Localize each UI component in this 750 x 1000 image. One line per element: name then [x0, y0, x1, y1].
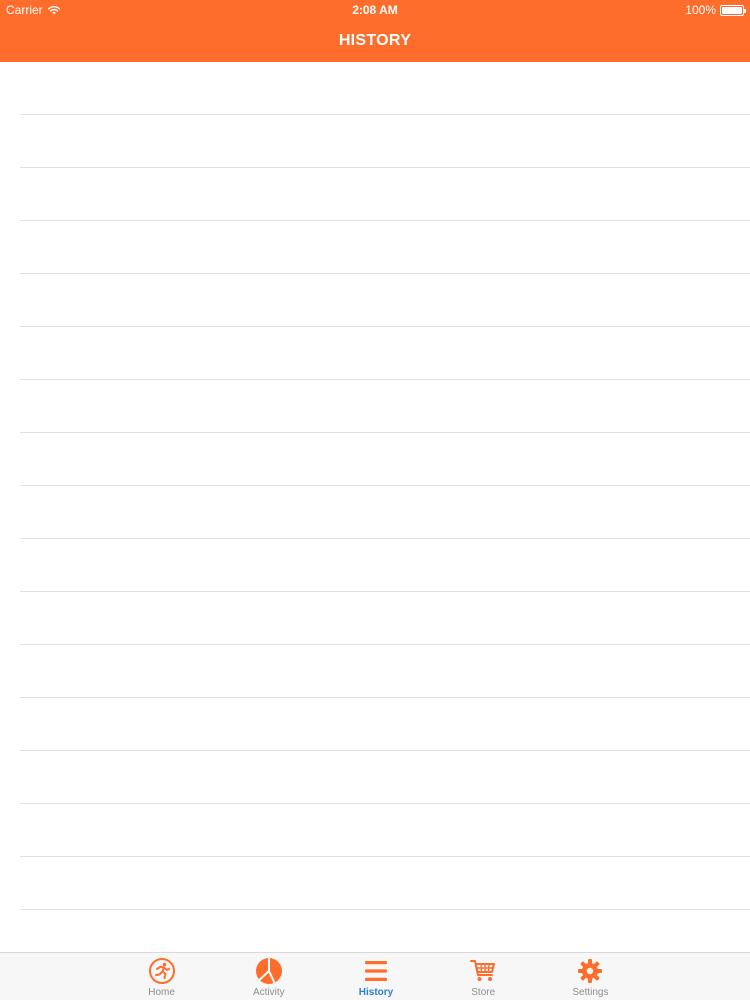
status-right: 100% [685, 3, 746, 17]
list-row[interactable] [20, 327, 750, 380]
tab-bar: Home Activity History Store Settings [0, 952, 750, 1000]
tab-activity[interactable]: Activity [215, 953, 322, 1000]
list-row[interactable] [20, 486, 750, 539]
tab-home[interactable]: Home [108, 953, 215, 1000]
list-row[interactable] [20, 645, 750, 698]
cart-icon [469, 957, 497, 985]
list-row[interactable] [20, 380, 750, 433]
list-row[interactable] [20, 168, 750, 221]
list-row[interactable] [20, 221, 750, 274]
tab-label-settings: Settings [572, 987, 609, 998]
header: Carrier 2:08 AM 100% HISTORY [0, 0, 750, 62]
gear-icon [576, 957, 604, 985]
running-person-icon [148, 957, 176, 985]
pie-chart-icon [255, 957, 283, 985]
list-row[interactable] [20, 592, 750, 645]
list-row[interactable] [20, 804, 750, 857]
status-bar: Carrier 2:08 AM 100% [0, 0, 750, 20]
battery-icon [720, 4, 746, 16]
list-row[interactable] [20, 115, 750, 168]
tab-settings[interactable]: Settings [537, 953, 644, 1000]
tab-label-history: History [358, 987, 394, 998]
list-row[interactable] [20, 910, 750, 952]
history-list[interactable] [0, 62, 750, 952]
tab-label-home: Home [148, 987, 175, 998]
navigation-bar: HISTORY [0, 20, 750, 62]
list-row[interactable] [20, 751, 750, 804]
tab-history[interactable]: History [322, 953, 429, 1000]
battery-fill [722, 6, 742, 14]
list-row[interactable] [20, 433, 750, 486]
list-row[interactable] [20, 698, 750, 751]
app-screen: Carrier 2:08 AM 100% HISTORY Home Activi… [0, 0, 750, 1000]
tab-label-activity: Activity [252, 987, 285, 998]
status-time: 2:08 AM [352, 3, 398, 17]
list-icon [362, 957, 390, 985]
tab-label-store: Store [471, 987, 496, 998]
list-row[interactable] [20, 857, 750, 910]
battery-percent: 100% [685, 3, 716, 17]
tab-store[interactable]: Store [430, 953, 537, 1000]
list-row[interactable] [20, 539, 750, 592]
list-row[interactable] [20, 274, 750, 327]
list-row[interactable] [20, 62, 750, 115]
page-title: HISTORY [338, 32, 412, 49]
tab-list: Home Activity History Store Settings [108, 953, 644, 1000]
